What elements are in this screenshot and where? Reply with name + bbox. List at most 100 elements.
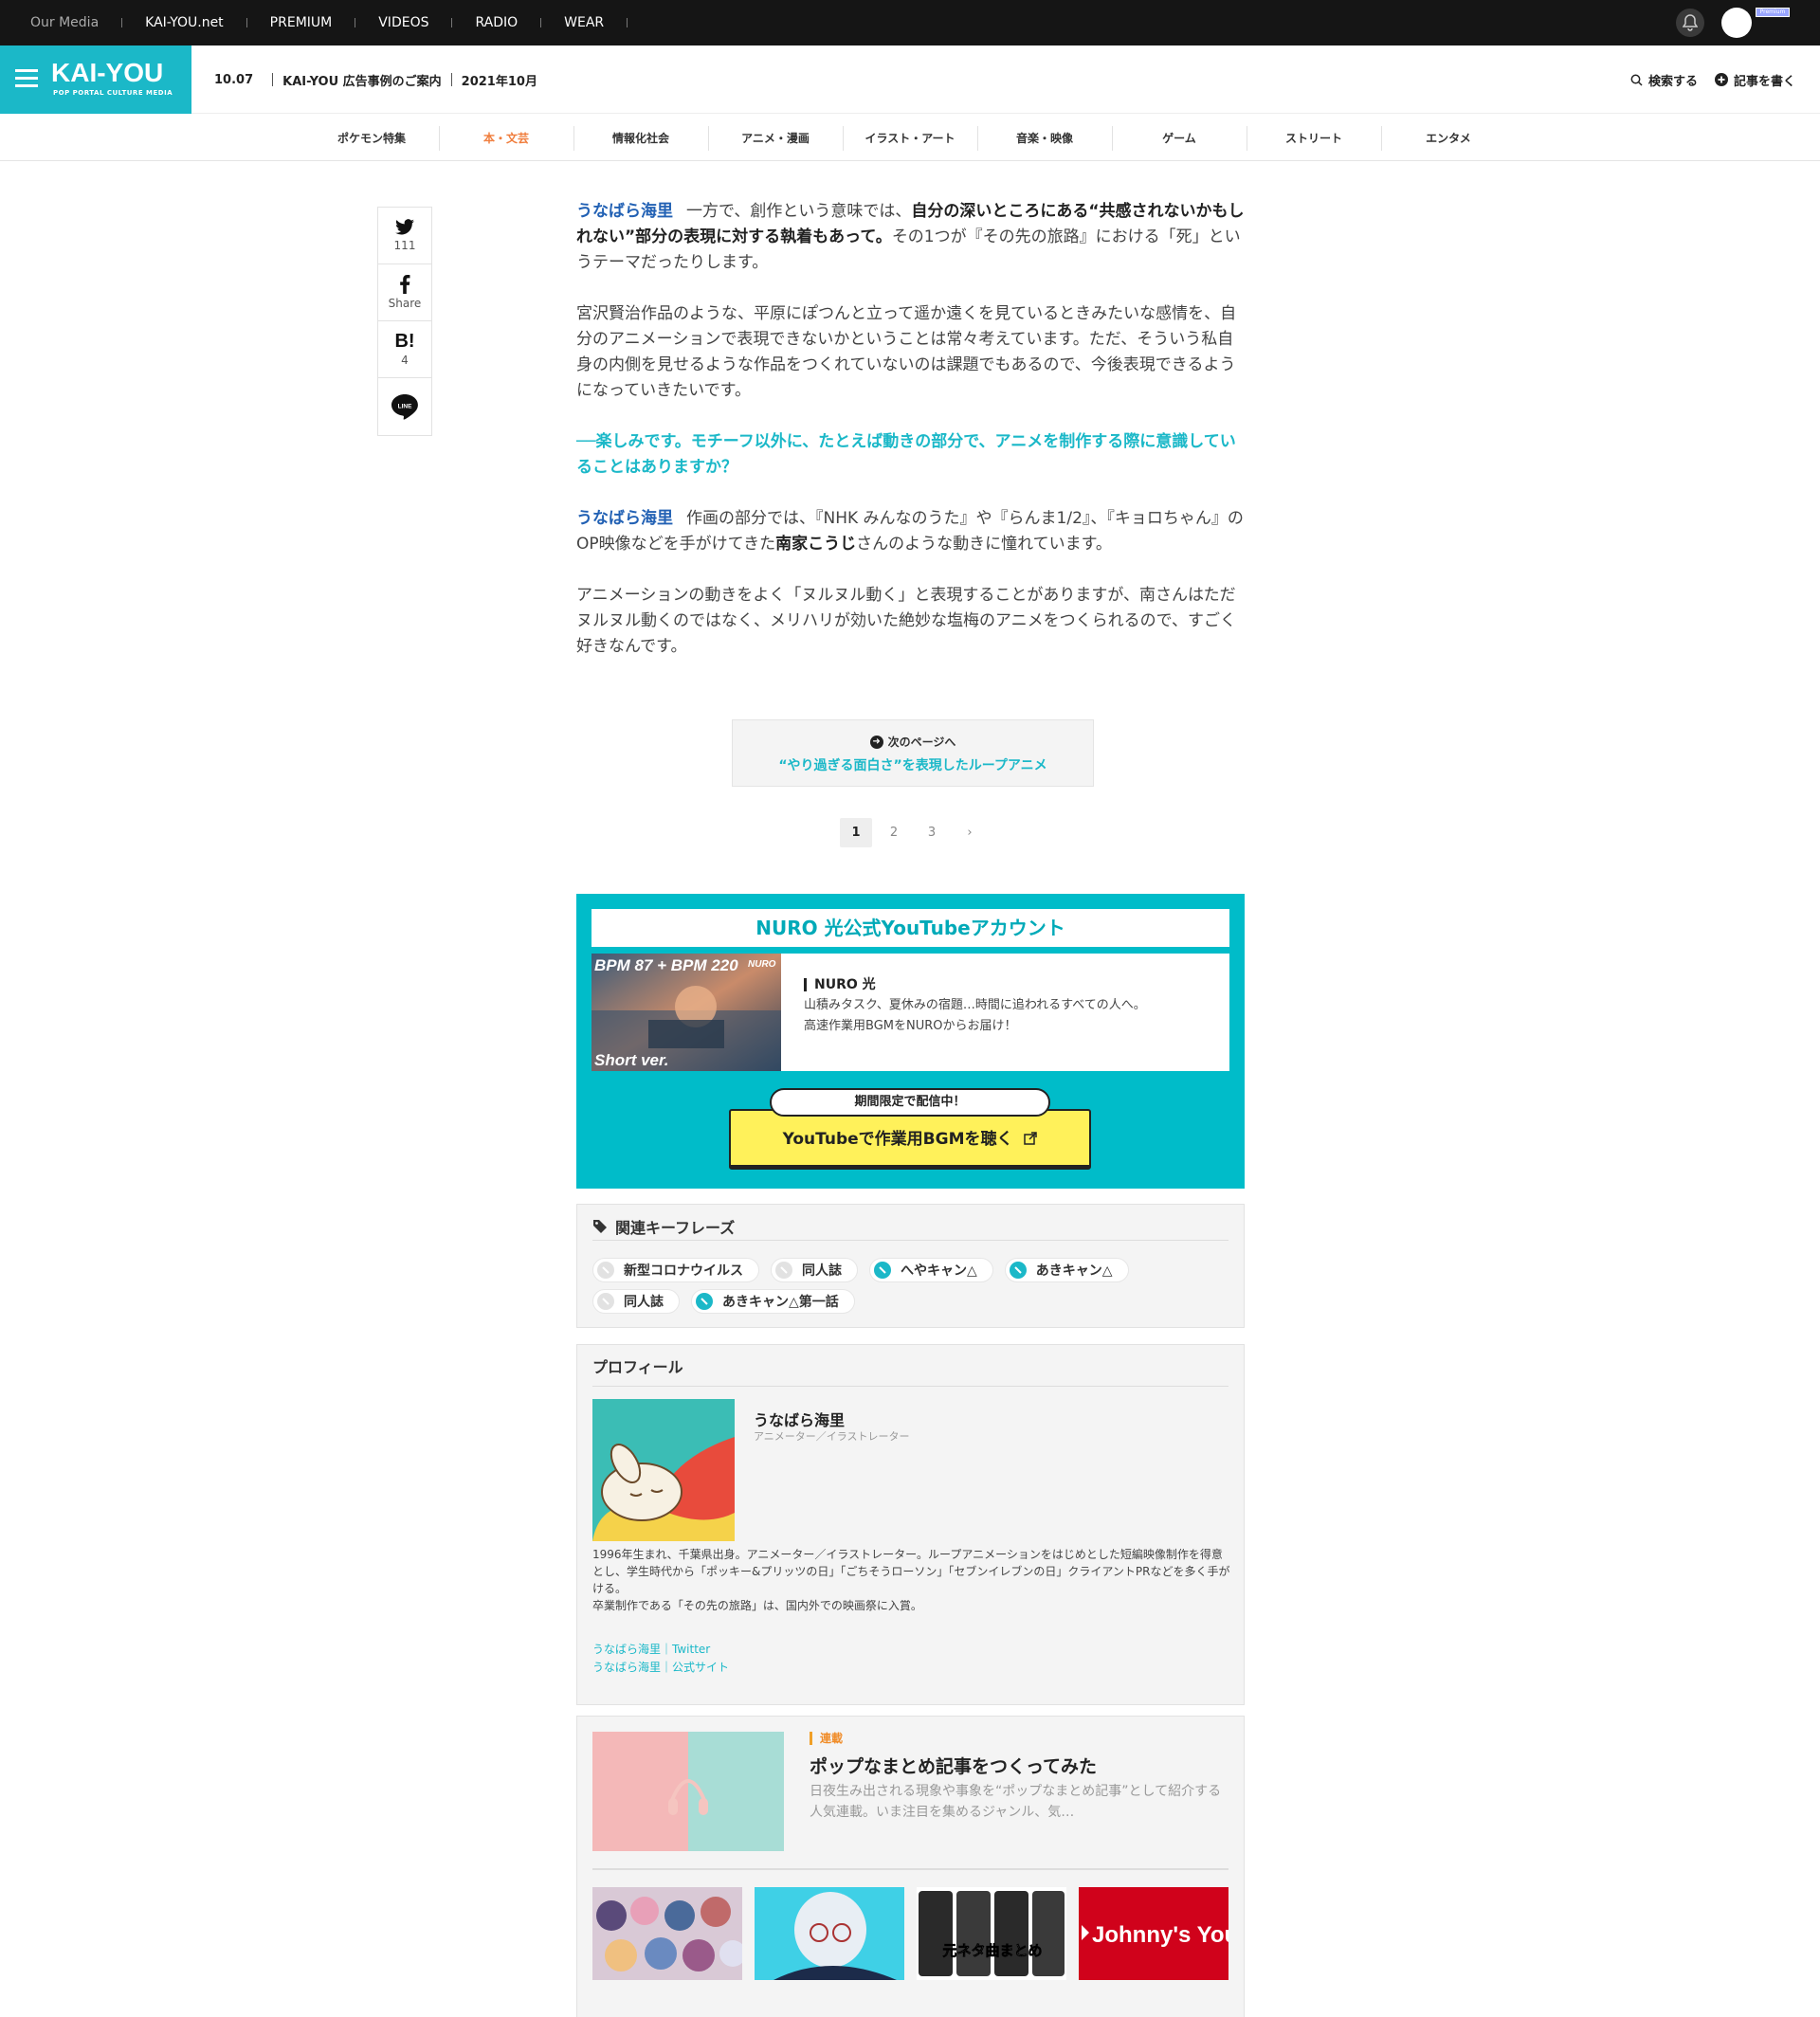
author-profile: プロフィール うなばら海里 アニメーター／イラストレーター 1996年生まれ、千… bbox=[576, 1344, 1245, 1705]
divider bbox=[627, 18, 628, 27]
profile-name: うなばら海里 bbox=[754, 1411, 846, 1429]
category-information-society[interactable]: 情報化社会 bbox=[573, 115, 708, 161]
media-item-wear[interactable]: WEAR bbox=[564, 15, 650, 30]
category-books[interactable]: 本・文芸 bbox=[439, 115, 573, 161]
twitter-count: 111 bbox=[393, 239, 416, 252]
category-game[interactable]: ゲーム bbox=[1112, 115, 1247, 161]
article-paragraph: うなばら海里 作画の部分では、『NHK みんなのうた』や『らんま1/2』、『キョロ… bbox=[576, 509, 1244, 554]
category-nav: ポケモン特集 本・文芸 情報化社会 アニメ・漫画 イラスト・アート 音楽・映像 … bbox=[0, 115, 1820, 161]
speaker-name: うなばら海里 bbox=[576, 202, 673, 221]
emphasis-text: 南家こうじ bbox=[775, 535, 857, 554]
keyphrase-icon bbox=[597, 1293, 614, 1310]
svg-text:Short ver.: Short ver. bbox=[594, 1051, 668, 1069]
next-page-title: “やり過ぎる面白さ”を表現したループアニメ bbox=[778, 758, 1047, 773]
article-paragraph: うなばら海里 一方で、創作という意味では、自分の深いところにある“共感されないかも… bbox=[576, 202, 1245, 272]
series-thumbnail[interactable] bbox=[592, 1887, 742, 1980]
next-page-arrow[interactable]: › bbox=[954, 818, 986, 847]
media-list: Our Media KAI-YOU.net PREMIUM VIDEOS RAD… bbox=[30, 0, 650, 45]
series-tag: 連載 bbox=[810, 1732, 843, 1745]
svg-text:Johnny's YouTu: Johnny's YouTu bbox=[1092, 1922, 1228, 1948]
svg-text:NURO: NURO bbox=[748, 959, 776, 970]
page-2[interactable]: 2 bbox=[878, 818, 910, 847]
hatena-bookmark-button[interactable]: B! 4 bbox=[378, 321, 431, 378]
media-item-premium[interactable]: PREMIUM bbox=[270, 15, 379, 30]
user-avatar[interactable] bbox=[1721, 8, 1752, 38]
category-street[interactable]: ストリート bbox=[1247, 115, 1381, 161]
youtube-bgm-button[interactable]: YouTubeで作業用BGMを聴く bbox=[729, 1109, 1091, 1170]
profile-twitter-link[interactable]: うなばら海里｜Twitter bbox=[592, 1641, 729, 1659]
keyphrase-icon bbox=[597, 1262, 614, 1279]
top-media-bar: Our Media KAI-YOU.net PREMIUM VIDEOS RAD… bbox=[0, 0, 1820, 45]
svg-text:BPM 87 + BPM 220: BPM 87 + BPM 220 bbox=[594, 956, 738, 974]
search-icon bbox=[1630, 74, 1643, 86]
series-image[interactable] bbox=[592, 1732, 784, 1851]
nuro-ad-title[interactable]: NURO 光公式YouTubeアカウント bbox=[592, 909, 1229, 947]
notification-bell-icon[interactable] bbox=[1676, 9, 1704, 37]
next-page-label: 次のページへ bbox=[887, 736, 956, 749]
keyphrase-tags: 新型コロナウイルス 同人誌 へやキャン△ あきキャン△ 同人誌 あきキャン△第一… bbox=[592, 1258, 1228, 1320]
ticker-date: 10.07 bbox=[214, 72, 254, 87]
hatena-count: 4 bbox=[401, 354, 409, 367]
facebook-share-button[interactable]: Share bbox=[378, 264, 431, 321]
related-keyphrases: 関連キーフレーズ 新型コロナウイルス 同人誌 へやキャン△ あきキャン△ 同人誌… bbox=[576, 1204, 1245, 1328]
keyphrase-tag[interactable]: あきキャン△第一話 bbox=[691, 1289, 855, 1314]
category-pokemon[interactable]: ポケモン特集 bbox=[304, 115, 439, 161]
profile-website-link[interactable]: うなばら海里｜公式サイト bbox=[592, 1659, 729, 1677]
site-logo[interactable]: KAI-YOU POP PORTAL CULTURE MEDIA bbox=[0, 45, 191, 114]
page-1[interactable]: 1 bbox=[840, 818, 872, 847]
series-thumbnail[interactable]: 元ネタ曲まとめ bbox=[917, 1887, 1066, 1980]
profile-avatar bbox=[592, 1399, 735, 1541]
share-sidebar: 111 Share B! 4 LINE bbox=[377, 207, 432, 436]
divider bbox=[451, 18, 453, 27]
series-title[interactable]: ポップなまとめ記事をつくってみた bbox=[810, 1753, 1097, 1778]
facebook-icon bbox=[400, 275, 410, 294]
category-entertainment[interactable]: エンタメ bbox=[1381, 115, 1516, 161]
series-thumbnails: 元ネタ曲まとめ Johnny's YouTu bbox=[592, 1887, 1228, 1982]
series-description: 日夜生み出される現象や事象を“ポップなまとめ記事”として紹介する人気連載。いま注… bbox=[810, 1784, 1222, 1820]
next-page-link[interactable]: ➜ 次のページへ “やり過ぎる面白さ”を表現したループアニメ bbox=[732, 719, 1094, 787]
ticker-month: 2021年10月 bbox=[461, 74, 537, 89]
category-music-video[interactable]: 音楽・映像 bbox=[977, 115, 1112, 161]
article-body: うなばら海里 一方で、創作という意味では、自分の深いところにある“共感されないかも… bbox=[576, 199, 1246, 685]
nuro-thumbnail[interactable]: BPM 87 + BPM 220 NURO Short ver. bbox=[592, 954, 781, 1071]
twitter-icon bbox=[395, 219, 414, 235]
series-thumbnail[interactable]: Johnny's YouTu bbox=[1079, 1887, 1228, 1980]
write-article-button[interactable]: 記事を書く bbox=[1714, 71, 1795, 89]
keyphrase-tag[interactable]: あきキャン△ bbox=[1004, 1258, 1129, 1282]
nuro-youtube-ad: NURO 光公式YouTubeアカウント BPM 87 + BPM 220 NU… bbox=[576, 894, 1245, 1189]
twitter-share-button[interactable]: 111 bbox=[378, 208, 431, 264]
keyphrase-icon bbox=[696, 1293, 713, 1310]
svg-text:LINE: LINE bbox=[398, 404, 412, 410]
ticker-headline[interactable]: KAI-YOU 広告事例のご案内 bbox=[282, 71, 442, 89]
header-ticker[interactable]: 10.07 KAI-YOU 広告事例のご案内 2021年10月 bbox=[214, 45, 537, 114]
divider bbox=[246, 18, 247, 27]
keyphrase-tag[interactable]: 同人誌 bbox=[771, 1258, 858, 1282]
media-item-kai-you-net[interactable]: KAI-YOU.net bbox=[145, 15, 270, 30]
series-thumbnail[interactable] bbox=[755, 1887, 904, 1980]
logo-tagline: POP PORTAL CULTURE MEDIA bbox=[53, 89, 173, 97]
limited-time-bubble: 期間限定で配信中！ bbox=[770, 1088, 1050, 1117]
page-3[interactable]: 3 bbox=[916, 818, 948, 847]
keyphrase-tag[interactable]: へやキャン△ bbox=[869, 1258, 993, 1282]
category-illust-art[interactable]: イラスト・アート bbox=[843, 115, 977, 161]
logo-wordmark: KAI-YOU bbox=[51, 58, 164, 87]
hamburger-menu-icon[interactable] bbox=[15, 69, 38, 88]
pagination: 1 2 3 › bbox=[840, 818, 992, 847]
tag-icon bbox=[593, 1219, 607, 1233]
line-share-button[interactable]: LINE bbox=[378, 378, 431, 435]
divider bbox=[540, 18, 542, 27]
media-item-radio[interactable]: RADIO bbox=[475, 15, 564, 30]
category-anime-manga[interactable]: アニメ・漫画 bbox=[708, 115, 843, 161]
facebook-share-label: Share bbox=[388, 297, 422, 310]
svg-text:元ネタ曲まとめ: 元ネタ曲まとめ bbox=[942, 1942, 1042, 1959]
keyphrase-tag[interactable]: 同人誌 bbox=[592, 1289, 680, 1314]
nuro-brand: NURO 光 bbox=[804, 978, 876, 991]
header-actions: 検索する 記事を書く bbox=[1613, 45, 1795, 114]
keyphrases-heading: 関連キーフレーズ bbox=[592, 1212, 1228, 1241]
search-button[interactable]: 検索する bbox=[1630, 71, 1698, 89]
keyphrase-tag[interactable]: 新型コロナウイルス bbox=[592, 1258, 759, 1282]
plus-circle-icon bbox=[1714, 73, 1728, 86]
media-item-videos[interactable]: VIDEOS bbox=[378, 15, 475, 30]
profile-role: アニメーター／イラストレーター bbox=[754, 1430, 910, 1443]
nuro-ad-card[interactable]: BPM 87 + BPM 220 NURO Short ver. NURO 光 … bbox=[592, 954, 1229, 1071]
